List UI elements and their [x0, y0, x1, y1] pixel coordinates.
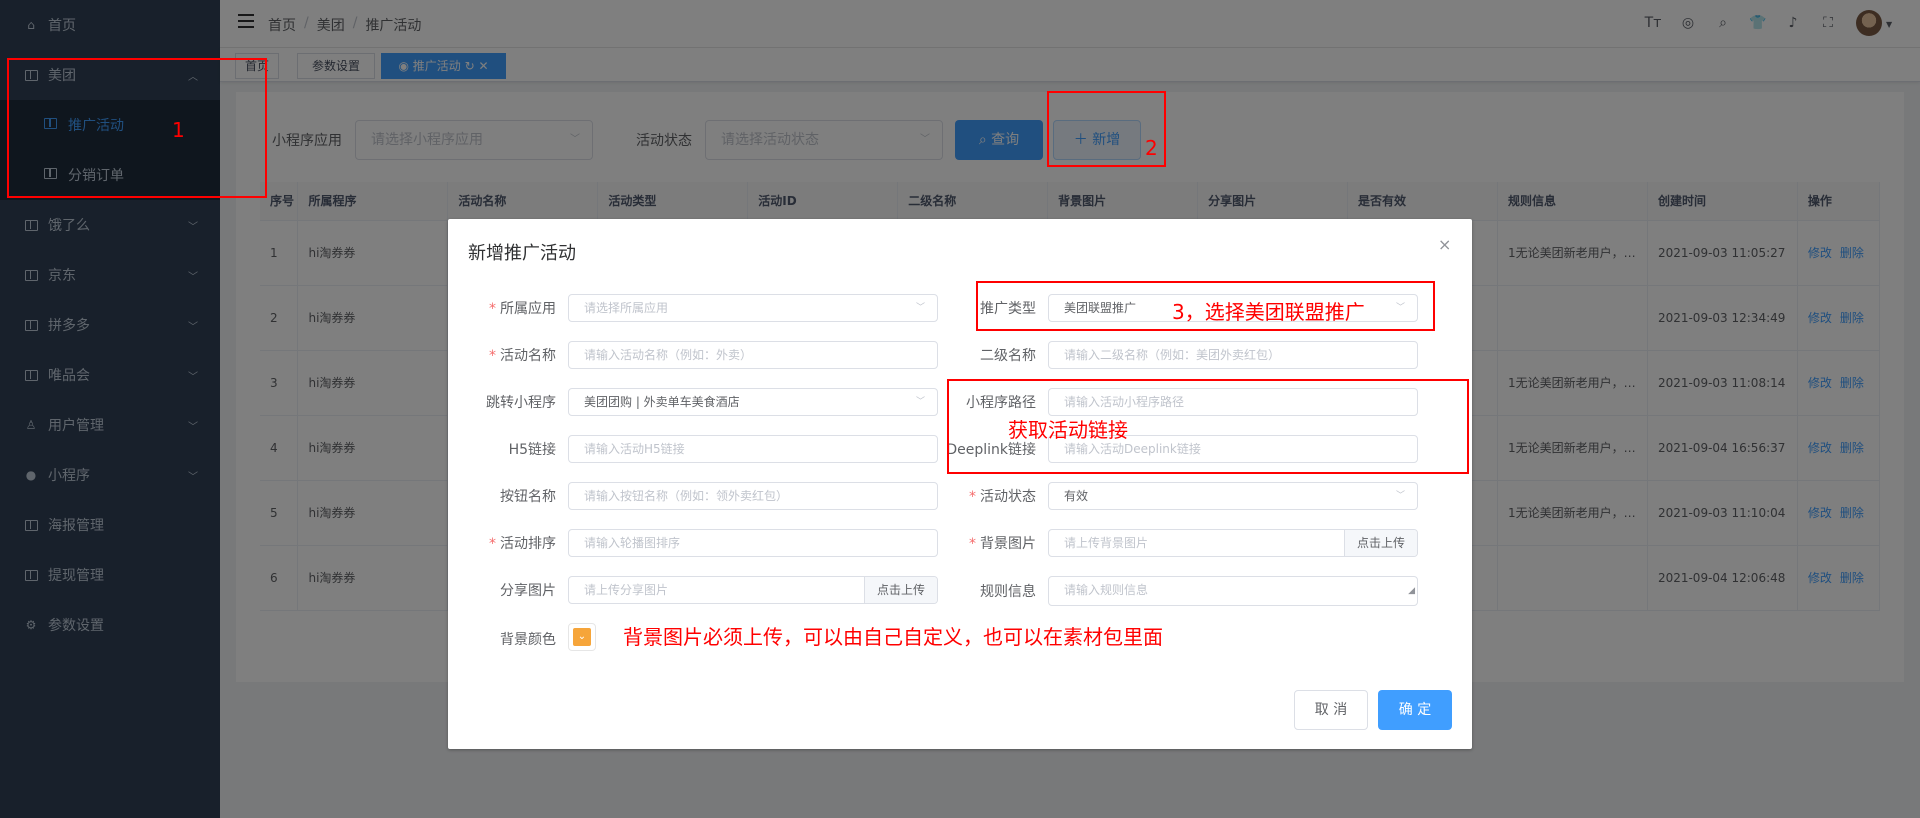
chevron-down-icon: ⌄ — [573, 628, 591, 646]
app-select[interactable]: 请选择所属应用 ﹀ — [568, 294, 938, 322]
annotation-bg-note: 背景图片必须上传，可以由自己自定义，也可以在素材包里面 — [623, 625, 1163, 649]
field-label-activity-name: * 活动名称 — [489, 348, 556, 364]
chevron-down-icon: ﹀ — [915, 303, 925, 313]
field-label-jump-app: 跳转小程序 — [486, 395, 556, 411]
field-label-bg-color: 背景颜色 — [500, 632, 556, 648]
chevron-down-icon: ﹀ — [1395, 491, 1405, 501]
field-label-sub-name: 二级名称 — [980, 348, 1036, 364]
field-label-bg-image: * 背景图片 — [969, 536, 1036, 552]
annotation-label-link: 获取活动链接 — [1008, 418, 1128, 442]
annotation-label-1: 1 — [172, 118, 185, 142]
sub-name-input[interactable]: 请输入二级名称（例如：美团外卖红包） — [1048, 341, 1418, 369]
field-label-h5: H5链接 — [508, 442, 556, 458]
annotation-box-1 — [7, 58, 267, 198]
share-image-input[interactable]: 请上传分享图片 点击上传 — [568, 576, 938, 604]
button-name-input[interactable]: 请输入按钮名称（例如：领外卖红包） — [568, 482, 938, 510]
h5-link-input[interactable]: 请输入活动H5链接 — [568, 435, 938, 463]
sort-input[interactable]: 请输入轮播图排序 — [568, 529, 938, 557]
field-label-share-image: 分享图片 — [500, 583, 556, 599]
annotation-label-3: 3，选择美团联盟推广 — [1172, 300, 1365, 324]
resize-handle-icon[interactable]: ◢ — [1408, 578, 1415, 604]
field-label-rules: 规则信息 — [980, 584, 1036, 600]
jump-app-select[interactable]: 美团团购 | 外卖单车美食酒店 ﹀ — [568, 388, 938, 416]
cancel-button[interactable]: 取 消 — [1294, 690, 1368, 730]
close-icon[interactable]: × — [1438, 235, 1451, 254]
field-label-app: * 所属应用 — [489, 301, 556, 317]
annotation-label-2: 2 — [1145, 136, 1158, 160]
bg-color-picker[interactable]: ⌄ — [568, 623, 596, 651]
chevron-down-icon: ﹀ — [915, 397, 925, 407]
confirm-button[interactable]: 确 定 — [1378, 690, 1452, 730]
status-select[interactable]: 有效 ﹀ — [1048, 482, 1418, 510]
field-label-sort: * 活动排序 — [489, 536, 556, 552]
bg-image-input[interactable]: 请上传背景图片 点击上传 — [1048, 529, 1418, 557]
field-label-status: * 活动状态 — [969, 489, 1036, 505]
activity-name-input[interactable]: 请输入活动名称（例如：外卖） — [568, 341, 938, 369]
field-label-button-name: 按钮名称 — [500, 489, 556, 505]
bg-upload-button[interactable]: 点击上传 — [1343, 530, 1417, 556]
rules-textarea[interactable]: 请输入规则信息 ◢ — [1048, 576, 1418, 606]
dialog-title: 新增推广活动 — [468, 243, 576, 264]
share-upload-button[interactable]: 点击上传 — [863, 577, 937, 603]
